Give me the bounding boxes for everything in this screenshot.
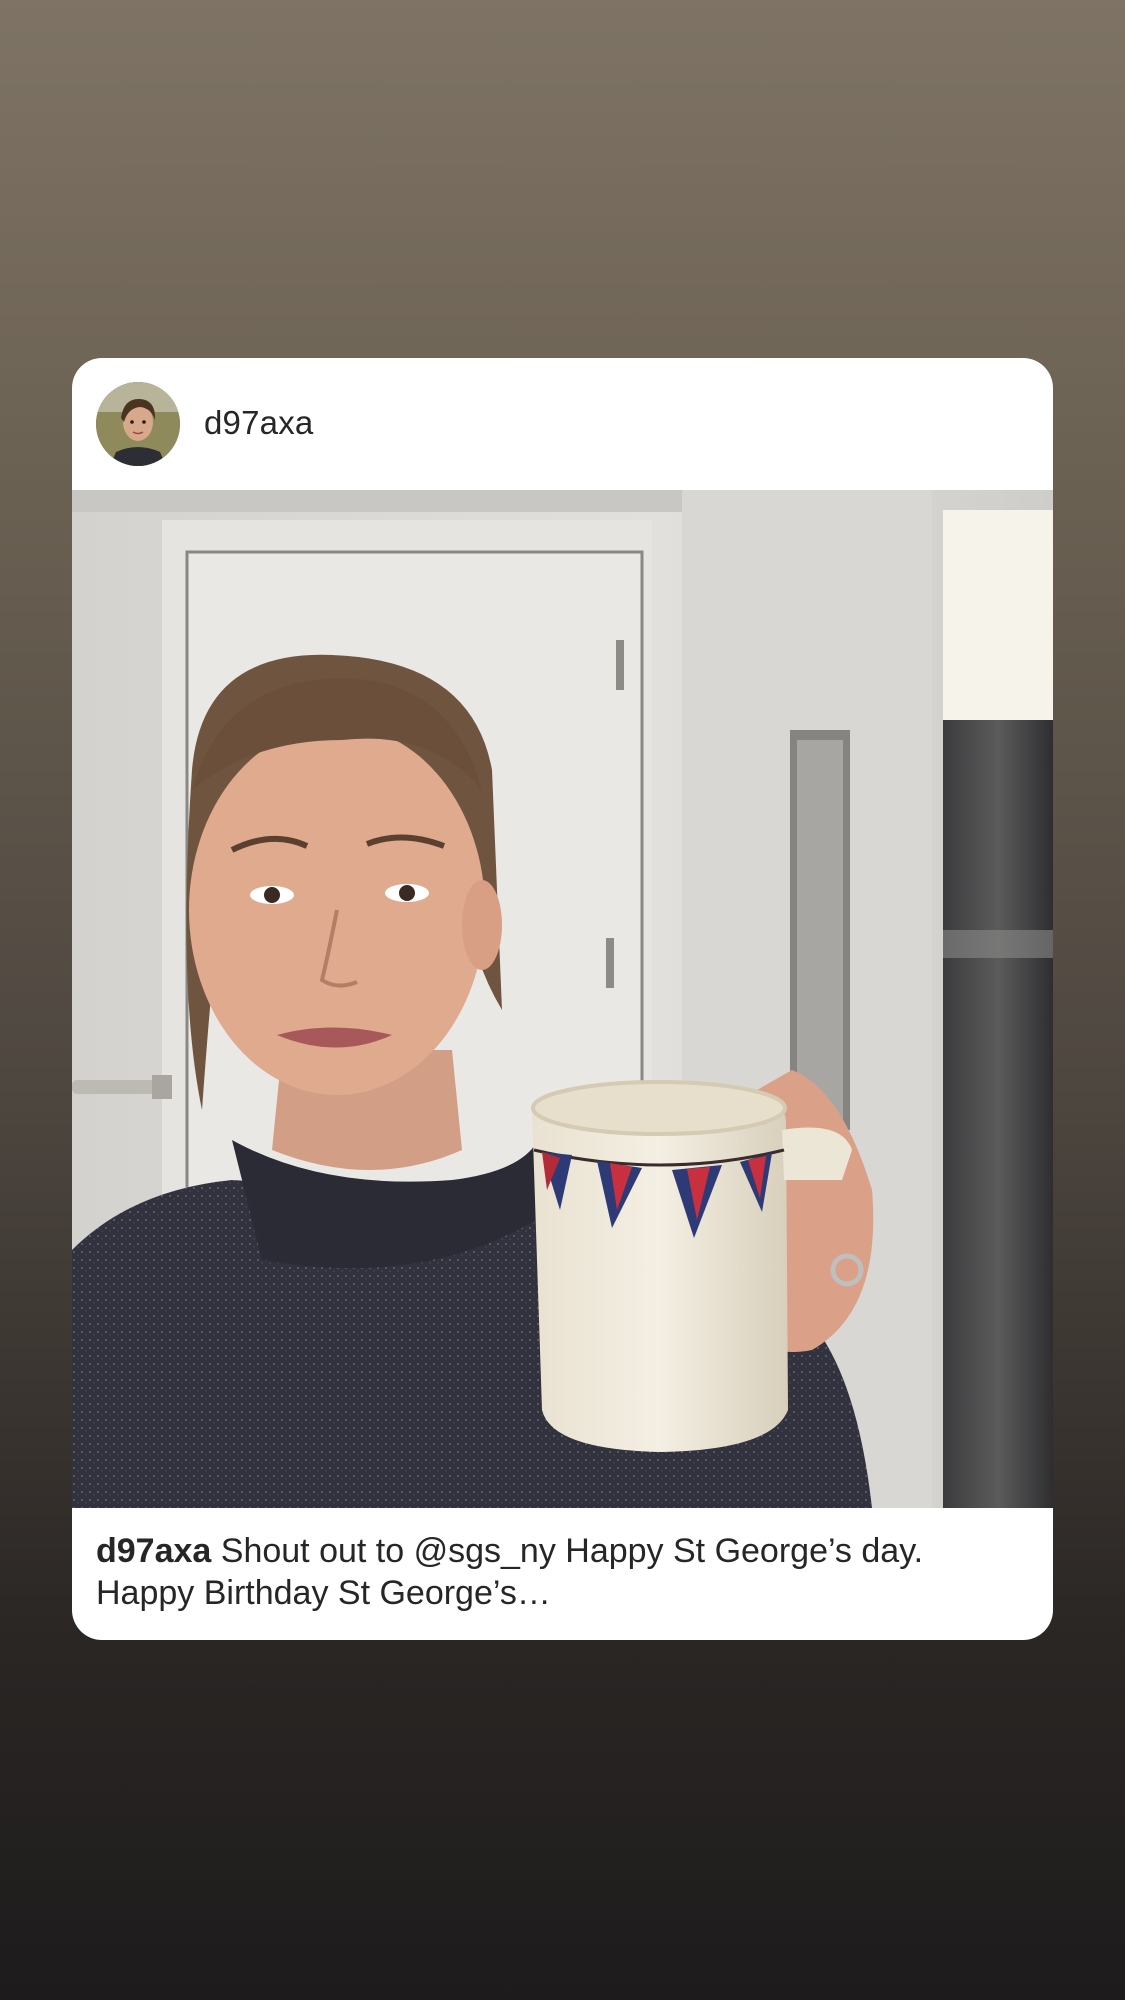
post-photo[interactable]	[72, 490, 1053, 1508]
avatar[interactable]	[96, 382, 180, 466]
post-caption: d97axa Shout out to @sgs_ny Happy St Geo…	[96, 1530, 1026, 1614]
post-header: d97axa	[72, 358, 1053, 490]
shared-post-card[interactable]: d97axa d97axa Shout out to @sgs_ny Happy…	[72, 358, 1053, 1640]
caption-username[interactable]: d97axa	[96, 1532, 211, 1570]
post-username[interactable]: d97axa	[204, 404, 313, 442]
caption-text: Shout out to @sgs_ny Happy St George’s d…	[96, 1532, 924, 1612]
